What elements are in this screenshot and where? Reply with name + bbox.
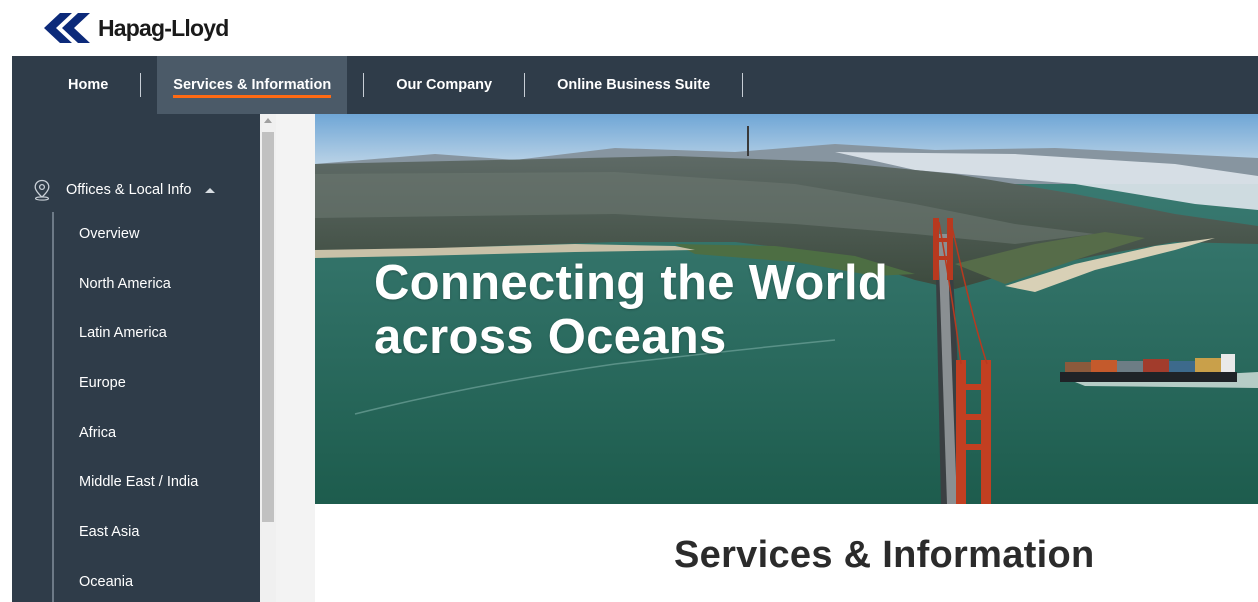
hero-title-line-1: Connecting the World xyxy=(374,256,889,310)
page-title: Services & Information xyxy=(674,534,1095,576)
nav-services-information[interactable]: Services & Information xyxy=(157,56,348,114)
scroll-up-arrow-icon[interactable] xyxy=(264,118,272,123)
sidebar-section-offices-local-info[interactable]: Offices & Local Info xyxy=(12,177,260,203)
sidebar-item-europe[interactable]: Europe xyxy=(79,375,198,425)
nav-services-information-label: Services & Information xyxy=(173,72,332,98)
sidebar-item-oceania[interactable]: Oceania xyxy=(79,574,198,602)
sidebar-scrollbar[interactable] xyxy=(260,114,276,602)
sidebar-item-east-asia[interactable]: East Asia xyxy=(79,524,198,574)
nav-our-company[interactable]: Our Company xyxy=(380,56,508,114)
sidebar-item-north-america[interactable]: North America xyxy=(79,276,198,326)
main-nav: Home Services & Information Our Company … xyxy=(12,56,1258,114)
sidebar-item-middle-east-india[interactable]: Middle East / India xyxy=(79,474,198,524)
hero-title-line-2: across Oceans xyxy=(374,310,727,364)
sidebar-section-label: Offices & Local Info xyxy=(66,182,192,198)
scroll-thumb[interactable] xyxy=(262,132,274,522)
nav-divider xyxy=(742,73,744,97)
sidebar: Offices & Local Info Overview North Amer… xyxy=(12,114,260,602)
nav-online-business-suite-label: Online Business Suite xyxy=(557,77,711,93)
nav-divider xyxy=(140,73,142,97)
brand-logo[interactable]: Hapag-Lloyd xyxy=(44,12,229,44)
brand-name: Hapag-Lloyd xyxy=(98,14,229,41)
hero-title: Connecting the World across Oceans xyxy=(374,256,888,364)
sidebar-tree-line xyxy=(52,212,54,602)
sidebar-item-overview[interactable]: Overview xyxy=(79,226,198,276)
nav-divider xyxy=(524,73,526,97)
sidebar-item-latin-america[interactable]: Latin America xyxy=(79,325,198,375)
caret-up-icon[interactable] xyxy=(205,187,216,193)
sidebar-item-africa[interactable]: Africa xyxy=(79,425,198,475)
nav-divider xyxy=(363,73,365,97)
nav-home[interactable]: Home xyxy=(12,56,140,114)
content-gutter xyxy=(276,114,315,602)
nav-home-label: Home xyxy=(68,77,109,93)
nav-online-business-suite[interactable]: Online Business Suite xyxy=(541,56,726,114)
nav-our-company-label: Our Company xyxy=(396,77,493,93)
sidebar-list: Overview North America Latin America Eur… xyxy=(79,226,198,602)
location-pin-icon xyxy=(34,179,50,201)
hapag-lloyd-logo-icon xyxy=(44,13,90,43)
hero-banner: Connecting the World across Oceans xyxy=(315,114,1258,504)
